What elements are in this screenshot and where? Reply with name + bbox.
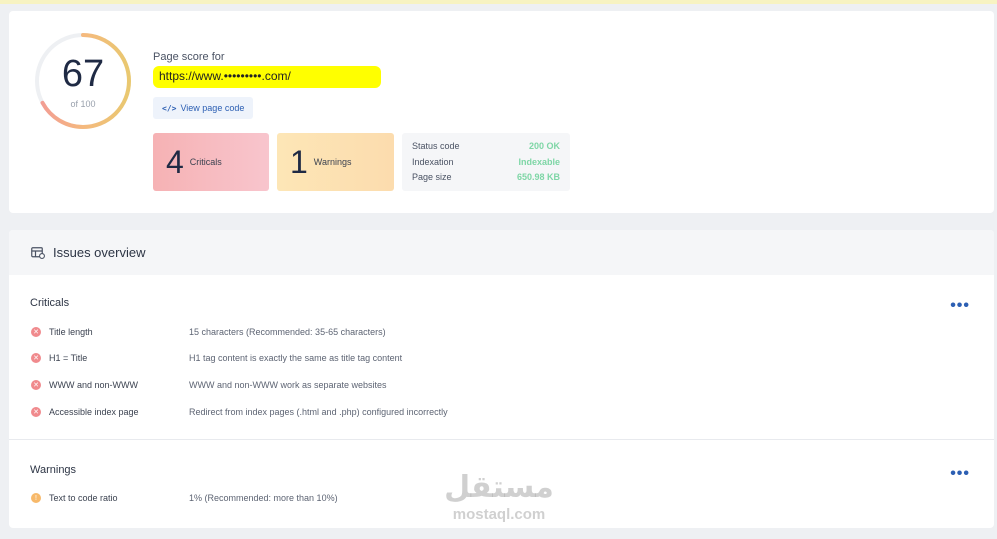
warnings-more-button[interactable]: ••• (950, 466, 970, 482)
watermark-latin: mostaql.com (452, 506, 546, 523)
watermark-arabic: مستقل (444, 470, 554, 505)
status-key: Indexation (412, 156, 454, 167)
top-strip (0, 0, 997, 4)
criticals-count: 4 (166, 144, 184, 180)
warning-icon: ! (31, 493, 41, 503)
issue-row[interactable]: ✕ H1 = Title H1 tag content is exactly t… (31, 351, 402, 365)
issue-description: 1% (Recommended: more than 10%) (189, 493, 338, 503)
warnings-summary-card[interactable]: 1 Warnings (277, 133, 394, 191)
code-icon: </> (162, 103, 177, 113)
critical-x-icon: ✕ (31, 353, 41, 363)
score-value: 67 (61, 53, 105, 95)
score-gauge: 67 of 100 (33, 31, 133, 131)
issue-row[interactable]: ✕ Title length 15 characters (Recommende… (31, 325, 386, 339)
issues-header: Issues overview (9, 230, 994, 275)
issue-row[interactable]: ! Text to code ratio 1% (Recommended: mo… (31, 491, 338, 505)
status-key: Status code (412, 141, 460, 151)
score-card: 67 of 100 Page score for https://www.•••… (9, 11, 994, 213)
status-row: Page size 650.98 KB (412, 170, 560, 186)
issue-row[interactable]: ✕ Accessible index page Redirect from in… (31, 405, 448, 419)
page-score-label: Page score for (153, 51, 225, 63)
issue-description: Redirect from index pages (.html and .ph… (189, 407, 448, 417)
status-value: Indexable (518, 156, 560, 167)
view-page-code-label: View page code (180, 103, 245, 113)
watermark: مستقل mostaql.com (437, 470, 561, 530)
issue-description: 15 characters (Recommended: 35-65 charac… (189, 327, 386, 337)
criticals-summary-card[interactable]: 4 Criticals (153, 133, 269, 191)
issues-overview-title: Issues overview (53, 245, 146, 260)
view-page-code-button[interactable]: </> View page code (153, 97, 254, 119)
score-max: of 100 (70, 99, 96, 109)
issue-name: WWW and non-WWW (49, 380, 138, 390)
warnings-label: Warnings (313, 157, 352, 167)
page-url: https://www.•••••••••.com/ (153, 66, 381, 88)
issue-row[interactable]: ✕ WWW and non-WWW WWW and non-WWW work a… (31, 378, 387, 392)
issue-name: H1 = Title (49, 353, 88, 363)
warnings-section-title: Warnings (30, 464, 77, 476)
page-status-box: Status code 200 OK Indexation Indexable … (402, 133, 570, 191)
issue-description: H1 tag content is exactly the same as ti… (189, 353, 403, 363)
status-value: 650.98 KB (516, 172, 560, 182)
warnings-count: 1 (290, 144, 308, 180)
criticals-label: Criticals (189, 157, 222, 167)
status-row: Status code 200 OK (412, 139, 560, 155)
status-value: 200 OK (528, 141, 560, 151)
critical-x-icon: ✕ (31, 407, 41, 417)
issue-name: Accessible index page (49, 407, 139, 417)
issue-name: Text to code ratio (49, 493, 118, 503)
critical-x-icon: ✕ (31, 380, 41, 390)
status-row: Indexation Indexable (412, 155, 560, 171)
status-key: Page size (412, 172, 452, 182)
criticals-section: Criticals ••• ✕ Title length 15 characte… (9, 275, 994, 440)
criticals-section-title: Criticals (30, 297, 70, 309)
criticals-more-button[interactable]: ••• (950, 298, 970, 314)
issues-overview-icon (31, 246, 45, 259)
issue-description: WWW and non-WWW work as separate website… (189, 380, 387, 390)
critical-x-icon: ✕ (31, 327, 41, 337)
issue-name: Title length (49, 327, 93, 337)
